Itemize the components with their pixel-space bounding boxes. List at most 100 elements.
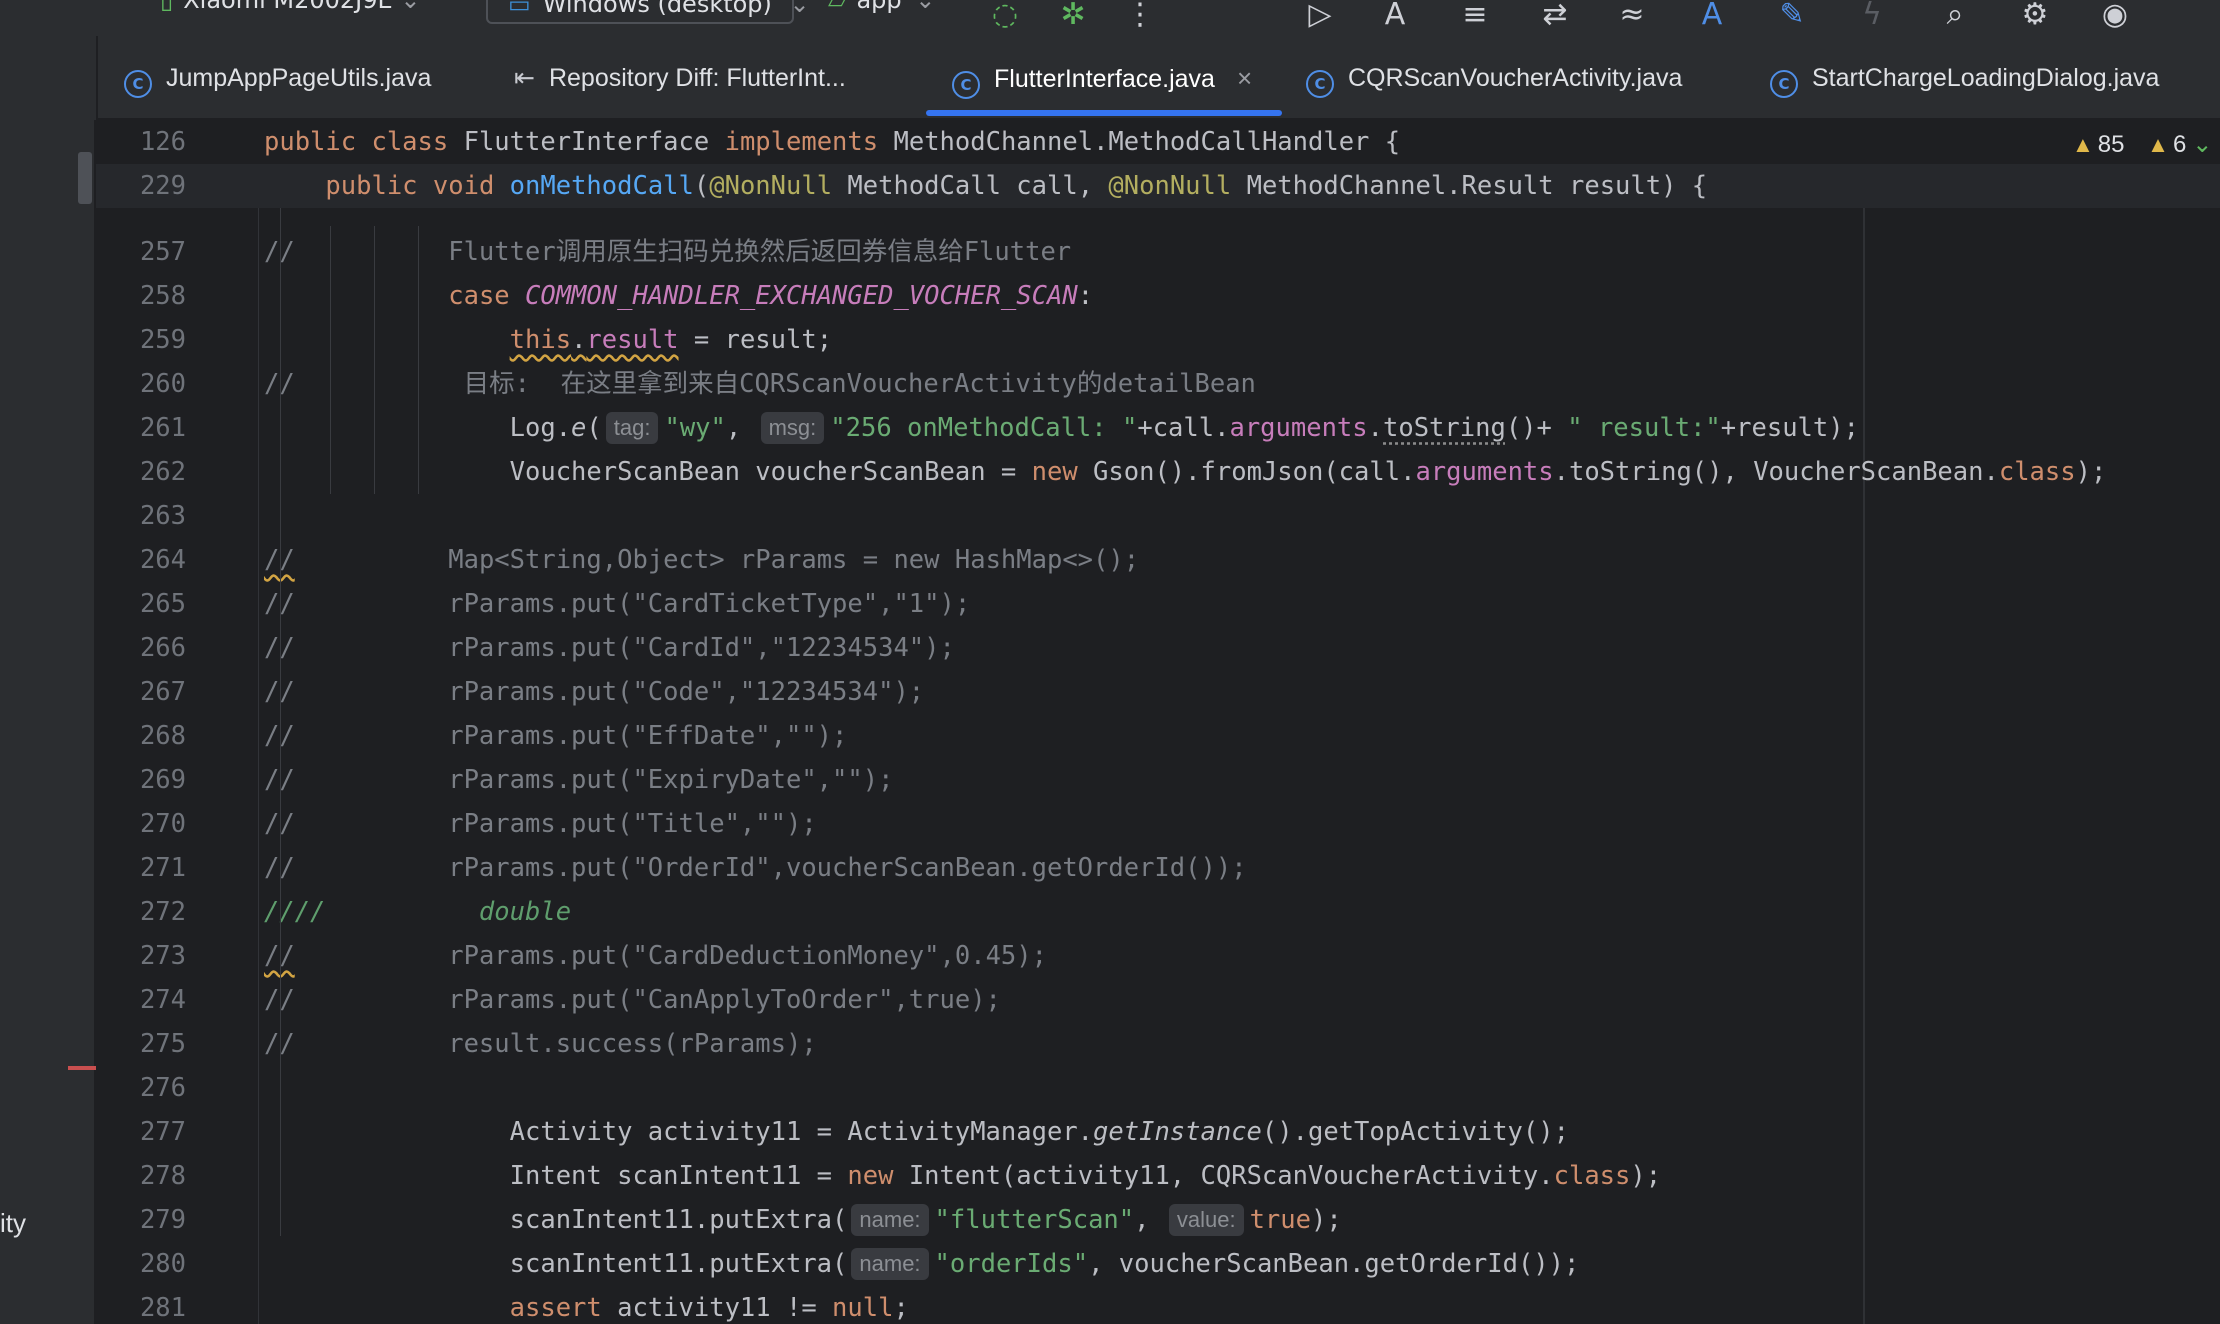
code-line[interactable]: 265 // rParams.put("CardTicketType","1"); [96,582,2220,626]
profile-icon[interactable]: ▷ [1300,0,1340,36]
target-selector[interactable]: ▭ Windows (desktop) ⌄ [486,0,810,24]
line-number[interactable]: 271 [96,846,186,890]
run-config-selector[interactable]: ▱ app ⌄ [828,0,935,14]
tab-label: Repository Diff: FlutterInt... [548,64,846,92]
tab-repository-diff[interactable]: ⇤ Repository Diff: FlutterInt... [514,36,846,120]
code-token: // rParams.put("CardTicketType","1"); [264,589,971,619]
code-token: Activity activity11 = ActivityManager. [264,1117,1094,1147]
search-icon[interactable]: ⌕ [1935,0,1975,36]
line-number[interactable]: 261 [96,406,186,450]
code-token: ); [2075,457,2107,487]
line-code: VoucherScanBean voucherScanBean = new Gs… [264,450,2107,494]
code-line[interactable]: 257 // Flutter调用原生扫码兑换然后返回券信息给Flutter [96,230,2220,274]
rerun-icon[interactable]: ◌ [985,0,1025,36]
line-number[interactable]: 278 [96,1154,186,1198]
code-line[interactable]: 280 scanIntent11.putExtra(name: "orderIds… [96,1242,2220,1286]
code-line[interactable]: 270 // rParams.put("Title",""); [96,802,2220,846]
code-line[interactable]: 273 // rParams.put("CardDeductionMoney",0… [96,934,2220,978]
code-token: "wy" [664,413,726,443]
tab-flutterinterface[interactable]: C FlutterInterface.java × [952,36,1252,120]
code-line[interactable]: 269 // rParams.put("ExpiryDate",""); [96,758,2220,802]
line-number[interactable]: 275 [96,1022,186,1066]
sync-icon[interactable]: ⇄ [1535,0,1575,36]
run-config-label: app [856,0,902,14]
code-line[interactable]: 261 Log.e(tag: "wy", msg: "256 onMethodCal… [96,406,2220,450]
code-line[interactable]: 279 scanIntent11.putExtra(name: "flutterS… [96,1198,2220,1242]
code-token: this [509,325,572,355]
sticky-line[interactable]: 126 public class FlutterInterface impleme… [96,120,2220,164]
code-token: VoucherScanBean voucherScanBean = [264,457,1032,487]
code-line[interactable]: 266 // rParams.put("CardId","12234534"); [96,626,2220,670]
tab-startchargeloadingdialog[interactable]: C StartChargeLoadingDialog.java [1770,36,2159,120]
line-number[interactable]: 280 [96,1242,186,1286]
line-number[interactable]: 277 [96,1110,186,1154]
line-number[interactable]: 258 [96,274,186,318]
code-line[interactable]: 260 // 目标: 在这里拿到来自CQRScanVoucherActivity的… [96,362,2220,406]
line-number[interactable]: 276 [96,1066,186,1110]
line-number[interactable]: 268 [96,714,186,758]
more-icon[interactable]: ⋮ [1120,0,1160,36]
code-line[interactable]: 281 assert activity11 != null; [96,1286,2220,1324]
line-number[interactable]: 259 [96,318,186,362]
side-panel-text: ity [0,1208,26,1238]
close-tab-icon[interactable]: × [1237,63,1252,93]
line-number[interactable]: 126 [96,120,186,164]
code-token: // 目标: 在这里拿到来自CQRScanVoucherActivity的det… [264,369,1256,399]
line-number[interactable]: 264 [96,538,186,582]
line-number[interactable]: 269 [96,758,186,802]
sticky-line[interactable]: 229 public void onMethodCall(@NonNull Me… [96,164,2220,208]
code-line[interactable]: 263 [96,494,2220,538]
code-line[interactable]: 272 //// double [96,890,2220,934]
code-line[interactable]: 278 Intent scanIntent11 = new Intent(act… [96,1154,2220,1198]
line-number[interactable]: 272 [96,890,186,934]
code-token: implements [724,127,894,157]
line-number[interactable]: 274 [96,978,186,1022]
code-line[interactable]: 276 [96,1066,2220,1110]
line-number[interactable]: 265 [96,582,186,626]
code-line[interactable]: 274 // rParams.put("CanApplyToOrder",true… [96,978,2220,1022]
code-token: ( [586,413,602,443]
code-line[interactable]: 268 // rParams.put("EffDate",""); [96,714,2220,758]
inspection-widget[interactable]: ▲ 85 ▲ 6 ⌄ [2072,130,2212,159]
line-number[interactable]: 270 [96,802,186,846]
line-number[interactable]: 260 [96,362,186,406]
line-code: public void onMethodCall(@NonNull Method… [264,164,1707,208]
line-number[interactable]: 281 [96,1286,186,1324]
code-line[interactable]: 258 case COMMON_HANDLER_EXCHANGED_VOCHER… [96,274,2220,318]
code-line[interactable]: 264 // Map<String,Object> rParams = new H… [96,538,2220,582]
line-number[interactable]: 279 [96,1198,186,1242]
code-line[interactable]: 267 // rParams.put("Code","12234534"); [96,670,2220,714]
line-number[interactable]: 263 [96,494,186,538]
line-code: scanIntent11.putExtra(name: "orderIds", v… [264,1242,1579,1286]
code-token: "orderIds" [934,1249,1089,1279]
code-line[interactable]: 262 VoucherScanBean voucherScanBean = ne… [96,450,2220,494]
compare-icon[interactable]: ≈ [1612,0,1652,36]
code-line[interactable]: 277 Activity activity11 = ActivityManage… [96,1110,2220,1154]
parameter-hint: name: [851,1204,929,1236]
line-code: this.result = result; [264,318,832,362]
line-number[interactable]: 266 [96,626,186,670]
settings-icon[interactable]: ⚙ [2015,0,2055,36]
wrap-icon[interactable]: ≡ [1455,0,1495,36]
line-number[interactable]: 229 [96,164,186,208]
tab-jumpapppageutils[interactable]: C JumpAppPageUtils.java [124,36,431,120]
edit-icon[interactable]: ✎ [1772,0,1812,36]
code-line[interactable]: 271 // rParams.put("OrderId",voucherScanB… [96,846,2220,890]
tab-cqrscanvoucheractivity[interactable]: C CQRScanVoucherActivity.java [1306,36,1682,120]
device-selector[interactable]: ▯ Xiaomi M2002J9E ⌄ [160,0,420,14]
line-number[interactable]: 267 [96,670,186,714]
account-icon[interactable]: ◉ [2095,0,2135,36]
translate-icon[interactable]: A [1375,0,1415,36]
code-editor[interactable]: 126 public class FlutterInterface impleme… [96,120,2220,1324]
line-number[interactable]: 257 [96,230,186,274]
line-number[interactable]: 273 [96,934,186,978]
code-line[interactable]: 259 this.result = result; [96,318,2220,362]
chevron-down-icon: ⌄ [2192,131,2213,158]
debug-icon[interactable]: ✲ [1053,0,1093,36]
font-icon[interactable]: A [1692,0,1732,36]
panel-scroll-thumb[interactable] [78,152,92,204]
lightning-icon[interactable]: ϟ [1852,0,1892,36]
code-line[interactable]: 275 // result.success(rParams); [96,1022,2220,1066]
line-number[interactable]: 262 [96,450,186,494]
